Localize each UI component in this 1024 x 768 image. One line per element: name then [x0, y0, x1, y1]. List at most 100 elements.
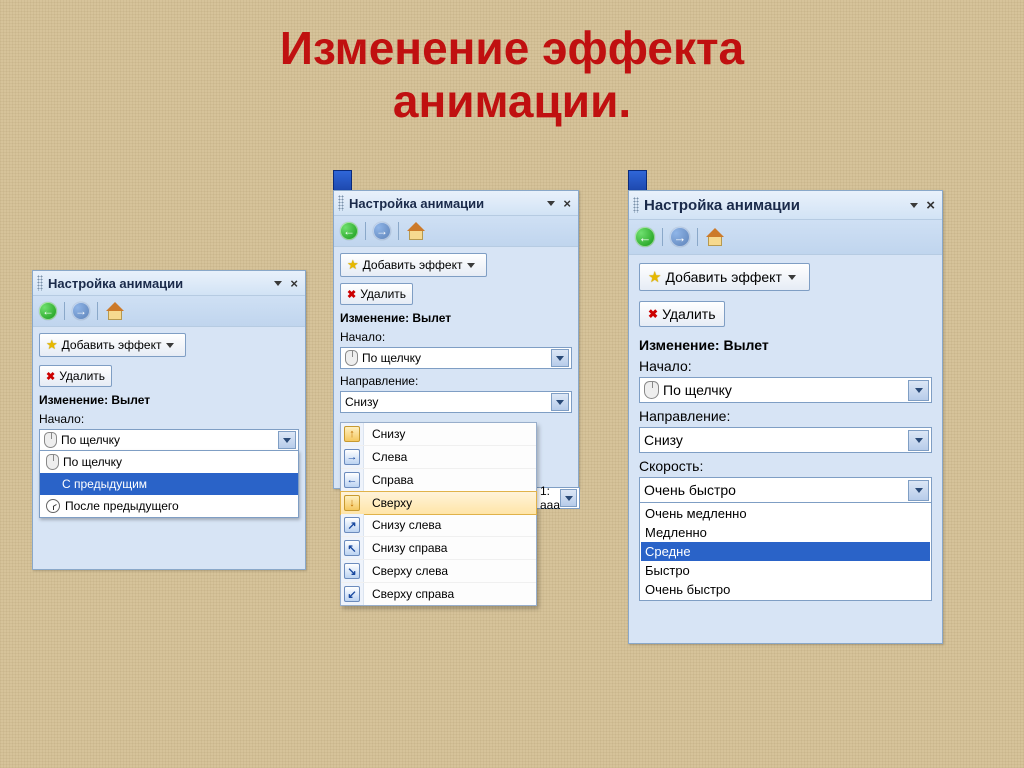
add-effect-label: Добавить эффект	[62, 338, 162, 352]
dropdown-arrow-icon[interactable]	[908, 430, 929, 451]
change-section-label: Изменение: Вылет	[340, 311, 572, 325]
slide-title: Изменение эффекта анимации.	[0, 0, 1024, 128]
arrow-upright-icon: ↗	[344, 517, 360, 533]
delete-label: Удалить	[360, 287, 406, 301]
dropdown-arrow-icon[interactable]	[551, 349, 569, 367]
close-icon[interactable]: ×	[287, 276, 301, 291]
start-select[interactable]: По щелчку	[39, 429, 299, 451]
animation-panel-3: Настройка анимации × ← → ★ Добавить эффе…	[628, 190, 943, 644]
direction-option-top[interactable]: ↓ Сверху	[340, 491, 537, 515]
start-value: По щелчку	[61, 433, 278, 447]
delete-button[interactable]: ✖ Удалить	[639, 301, 725, 327]
direction-option-left[interactable]: → Слева	[341, 446, 536, 469]
start-select[interactable]: По щелчку	[639, 377, 932, 403]
mouse-icon	[345, 350, 358, 366]
direction-label: Направление:	[639, 408, 932, 424]
mouse-icon	[44, 432, 57, 448]
panel-titlebar[interactable]: Настройка анимации ×	[334, 191, 578, 216]
direction-select[interactable]: Снизу	[340, 391, 572, 413]
speed-option-veryfast[interactable]: Очень быстро	[641, 580, 930, 599]
start-dropdown: По щелчку С предыдущим После предыдущего	[39, 450, 299, 518]
direction-value: Снизу	[345, 395, 551, 409]
delete-icon: ✖	[347, 288, 356, 301]
delete-label: Удалить	[662, 306, 715, 322]
delete-button[interactable]: ✖ Удалить	[340, 283, 413, 305]
chevron-down-icon	[467, 263, 475, 268]
mouse-icon	[644, 381, 659, 399]
star-icon: ★	[347, 257, 359, 273]
close-icon[interactable]: ×	[923, 197, 938, 214]
direction-label: Направление:	[340, 374, 572, 388]
change-section-label: Изменение: Вылет	[39, 393, 299, 407]
home-icon[interactable]	[705, 228, 723, 246]
nav-row: ← →	[334, 216, 578, 247]
home-icon[interactable]	[105, 302, 123, 320]
speed-value: Очень быстро	[644, 482, 908, 498]
delete-icon: ✖	[648, 307, 658, 321]
arrow-left-icon: ←	[344, 472, 360, 488]
arrow-right-icon: →	[344, 449, 360, 465]
grip-icon	[633, 197, 639, 213]
dropdown-arrow-icon[interactable]	[908, 480, 929, 501]
forward-button[interactable]: →	[72, 302, 90, 320]
back-button[interactable]: ←	[340, 222, 358, 240]
speed-label: Скорость:	[639, 458, 932, 474]
direction-select[interactable]: Снизу	[639, 427, 932, 453]
start-option-withprev[interactable]: С предыдущим	[40, 473, 298, 495]
direction-menu: ↑ Снизу → Слева ← Справа ↓ Сверху ↗ Сниз…	[340, 422, 537, 606]
forward-button[interactable]: →	[670, 227, 690, 247]
add-effect-label: Добавить эффект	[665, 269, 781, 285]
start-option-afterprev[interactable]: После предыдущего	[40, 495, 298, 517]
panel-menu-icon[interactable]	[910, 203, 918, 208]
arrow-downleft-icon: ↙	[344, 586, 360, 602]
grip-icon	[338, 195, 344, 211]
delete-label: Удалить	[59, 369, 105, 383]
speed-select[interactable]: Очень быстро	[639, 477, 932, 503]
panel-titlebar[interactable]: Настройка анимации ×	[33, 271, 305, 296]
forward-button[interactable]: →	[373, 222, 391, 240]
speed-option-veryslow[interactable]: Очень медленно	[641, 504, 930, 523]
change-section-label: Изменение: Вылет	[639, 337, 932, 353]
animation-panel-1: Настройка анимации × ← → ★ Добавить эффе…	[32, 270, 306, 570]
star-icon: ★	[648, 268, 661, 286]
start-select[interactable]: По щелчку	[340, 347, 572, 369]
speed-option-medium[interactable]: Средне	[641, 542, 930, 561]
start-option-onclick[interactable]: По щелчку	[40, 451, 298, 473]
arrow-up-icon: ↑	[344, 426, 360, 442]
dropdown-arrow-icon[interactable]	[551, 393, 569, 411]
direction-option-topleft[interactable]: ↘ Сверху слева	[341, 560, 536, 583]
add-effect-button[interactable]: ★ Добавить эффект	[39, 333, 186, 357]
panel-titlebar[interactable]: Настройка анимации ×	[629, 191, 942, 220]
direction-option-bottomright[interactable]: ↖ Снизу справа	[341, 537, 536, 560]
add-effect-button[interactable]: ★ Добавить эффект	[340, 253, 487, 277]
dropdown-arrow-icon[interactable]	[908, 380, 929, 401]
chevron-down-icon	[788, 275, 796, 280]
start-value: По щелчку	[362, 351, 551, 365]
nav-row: ← →	[629, 220, 942, 255]
speed-option-slow[interactable]: Медленно	[641, 523, 930, 542]
list-fragment[interactable]: 1: aaa	[537, 487, 580, 509]
dropdown-arrow-icon[interactable]	[278, 431, 296, 449]
panel-menu-icon[interactable]	[547, 201, 555, 206]
back-button[interactable]: ←	[39, 302, 57, 320]
close-icon[interactable]: ×	[560, 196, 574, 211]
nav-row: ← →	[33, 296, 305, 327]
direction-option-right[interactable]: ← Справа	[341, 469, 536, 492]
grip-icon	[37, 275, 43, 291]
clock-icon	[46, 499, 60, 513]
add-effect-button[interactable]: ★ Добавить эффект	[639, 263, 810, 291]
window-fragment	[628, 170, 647, 191]
delete-button[interactable]: ✖ Удалить	[39, 365, 112, 387]
panel-title: Настройка анимации	[349, 196, 484, 211]
direction-option-bottomleft[interactable]: ↗ Снизу слева	[341, 514, 536, 537]
start-label: Начало:	[39, 412, 299, 426]
home-icon[interactable]	[406, 222, 424, 240]
dropdown-arrow-icon[interactable]	[560, 489, 577, 507]
panel-menu-icon[interactable]	[274, 281, 282, 286]
delete-icon: ✖	[46, 370, 55, 383]
back-button[interactable]: ←	[635, 227, 655, 247]
direction-option-topright[interactable]: ↙ Сверху справа	[341, 583, 536, 605]
direction-option-bottom[interactable]: ↑ Снизу	[341, 423, 536, 446]
title-line-2: анимации.	[0, 75, 1024, 128]
speed-option-fast[interactable]: Быстро	[641, 561, 930, 580]
